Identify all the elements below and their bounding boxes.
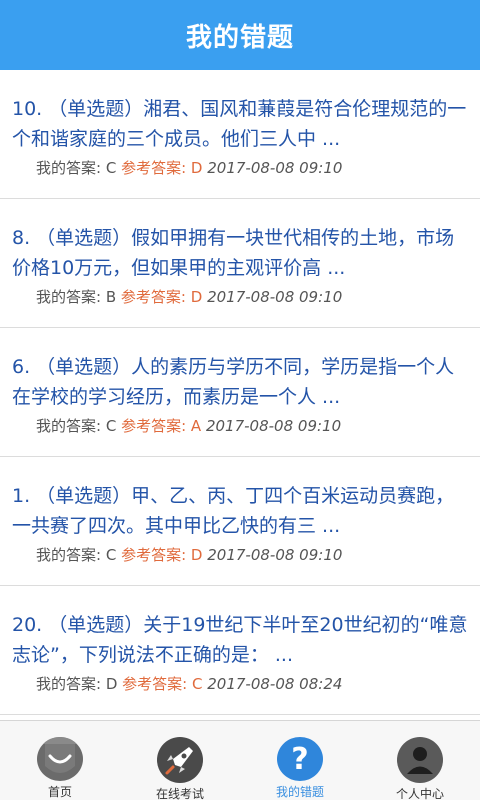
answer-datetime: 2017-08-08 09:10 xyxy=(207,288,343,306)
question-icon: ? xyxy=(277,737,323,781)
question-text: 10. （单选题）湘君、国风和蒹葭是符合伦理规范的一个和谐家庭的三个成员。他们三… xyxy=(12,98,467,150)
my-answer: 我的答案: C xyxy=(36,417,117,435)
my-answer: 我的答案: D xyxy=(36,675,118,693)
page-title: 我的错题 xyxy=(185,22,294,53)
rocket-icon xyxy=(157,737,203,783)
list-item[interactable]: 6. （单选题）人的素历与学历不同，学历是指一个人在学校的学习经历，而素历是一个… xyxy=(0,328,480,457)
tab-online-exam[interactable]: 在线考试 xyxy=(120,721,240,800)
my-answer: 我的答案: B xyxy=(36,288,117,306)
wrong-question-list[interactable]: 10. （单选题）湘君、国风和蒹葭是符合伦理规范的一个和谐家庭的三个成员。他们三… xyxy=(0,70,480,720)
answer-meta: 我的答案: C 参考答案: D 2017-08-08 09:10 xyxy=(36,544,342,565)
user-icon xyxy=(397,737,443,783)
answer-datetime: 2017-08-08 09:10 xyxy=(207,546,343,564)
answer-datetime: 2017-08-08 08:24 xyxy=(207,675,343,693)
my-answer: 我的答案: C xyxy=(36,159,117,177)
answer-meta: 我的答案: C 参考答案: D 2017-08-08 09:10 xyxy=(36,157,342,178)
list-item[interactable]: 8. （单选题）假如甲拥有一块世代相传的土地，市场价格10万元，但如果甲的主观评… xyxy=(0,199,480,328)
tab-label: 首页 xyxy=(47,785,72,799)
app-root: 我的错题 10. （单选题）湘君、国风和蒹葭是符合伦理规范的一个和谐家庭的三个成… xyxy=(0,0,480,800)
reference-answer: 参考答案: D xyxy=(121,159,203,177)
answer-datetime: 2017-08-08 09:10 xyxy=(207,159,343,177)
reference-answer: 参考答案: C xyxy=(122,675,203,693)
header-bar: 我的错题 xyxy=(0,0,480,70)
list-item[interactable]: 1. （单选题）甲、乙、丙、丁四个百米运动员赛跑，一共赛了四次。其中甲比乙快的有… xyxy=(0,457,480,586)
answer-meta: 我的答案: C 参考答案: A 2017-08-08 09:10 xyxy=(36,415,341,436)
question-text: 6. （单选题）人的素历与学历不同，学历是指一个人在学校的学习经历，而素历是一个… xyxy=(12,356,455,408)
bottom-tab-bar: 首页 在线考试 ? 我的错题 个人中心 xyxy=(0,720,480,800)
tab-profile[interactable]: 个人中心 xyxy=(360,721,480,800)
tab-label: 个人中心 xyxy=(395,787,444,800)
question-text: 20. （单选题）关于19世纪下半叶至20世纪初的“唯意志论”，下列说法不正确的… xyxy=(12,614,468,666)
reference-answer: 参考答案: D xyxy=(121,546,203,564)
tab-home[interactable]: 首页 xyxy=(0,721,120,800)
tab-label: 在线考试 xyxy=(155,787,204,800)
question-text: 1. （单选题）甲、乙、丙、丁四个百米运动员赛跑，一共赛了四次。其中甲比乙快的有… xyxy=(12,485,455,537)
tab-label: 我的错题 xyxy=(275,785,324,799)
reference-answer: 参考答案: A xyxy=(121,417,202,435)
question-text: 8. （单选题）假如甲拥有一块世代相传的土地，市场价格10万元，但如果甲的主观评… xyxy=(12,227,455,279)
list-item[interactable]: 20. （单选题）关于19世纪下半叶至20世纪初的“唯意志论”，下列说法不正确的… xyxy=(0,586,480,715)
list-item[interactable]: 10. （单选题）湘君、国风和蒹葭是符合伦理规范的一个和谐家庭的三个成员。他们三… xyxy=(0,70,480,199)
reference-answer: 参考答案: D xyxy=(120,288,203,306)
home-icon xyxy=(37,737,83,781)
answer-datetime: 2017-08-08 09:10 xyxy=(205,417,342,435)
answer-meta: 我的答案: B 参考答案: D 2017-08-08 09:10 xyxy=(36,286,342,307)
answer-meta: 我的答案: D 参考答案: C 2017-08-08 08:24 xyxy=(36,673,342,694)
my-answer: 我的答案: C xyxy=(36,546,117,564)
tab-my-wrong-questions[interactable]: ? 我的错题 xyxy=(240,721,360,800)
